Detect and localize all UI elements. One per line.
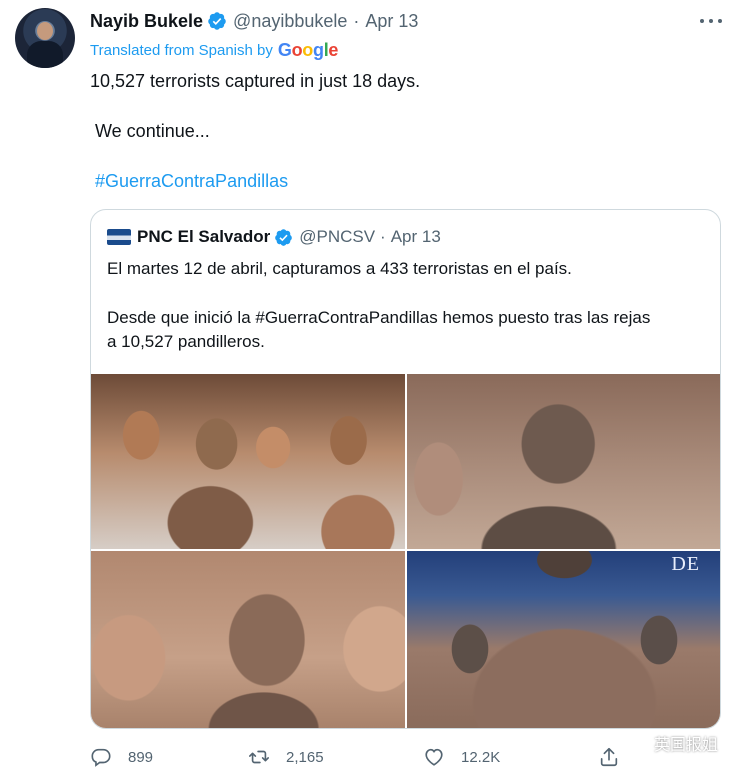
tweet-header: Nayib Bukele @nayibbukele · Apr 13 xyxy=(90,10,418,32)
wechat-icon xyxy=(626,734,648,751)
photo-3[interactable] xyxy=(91,551,405,728)
translated-label[interactable]: Translated from Spanish by xyxy=(90,42,273,59)
more-options-icon[interactable] xyxy=(700,12,722,30)
separator-dot: · xyxy=(380,227,386,246)
photo-4[interactable]: DE xyxy=(407,551,720,728)
translation-attribution: Translated from Spanish by Google xyxy=(90,40,338,60)
author-name[interactable]: Nayib Bukele xyxy=(90,11,203,32)
like-icon xyxy=(425,748,443,766)
reply-button[interactable]: 899 xyxy=(90,742,153,772)
quoted-text-para2-line2: a 10,527 pandilleros. xyxy=(107,332,265,351)
quoted-text-para2-line1: Desde que inició la #GuerraContraPandill… xyxy=(107,308,651,327)
separator-dot: · xyxy=(353,10,360,31)
quoted-tweet-date[interactable]: Apr 13 xyxy=(391,227,441,247)
tweet-date[interactable]: Apr 13 xyxy=(365,11,418,32)
reply-icon xyxy=(91,748,111,767)
google-logo: Google xyxy=(277,39,339,60)
verified-badge-icon xyxy=(208,12,226,30)
photo-4-sign-text: DE xyxy=(671,553,700,575)
share-icon xyxy=(600,747,618,767)
like-count: 12.2K xyxy=(461,748,501,766)
photo-1[interactable] xyxy=(91,374,405,549)
quoted-author-name[interactable]: PNC El Salvador xyxy=(137,227,270,247)
tweet-text-line2: We continue... xyxy=(90,121,210,141)
tweet-hashtag[interactable]: #GuerraContraPandillas xyxy=(90,170,710,192)
photo-2[interactable] xyxy=(407,374,720,549)
pnc-avatar[interactable] xyxy=(107,229,131,245)
tweet-text-line1: 10,527 terrorists captured in just 18 da… xyxy=(90,71,421,91)
quoted-author-handle[interactable]: @PNCSV xyxy=(299,227,375,247)
quoted-tweet[interactable]: PNC El Salvador @PNCSV · Apr 13 El marte… xyxy=(90,209,721,729)
like-button[interactable]: 12.2K xyxy=(423,742,500,772)
retweet-icon xyxy=(249,750,269,764)
media-grid: DE xyxy=(91,374,720,728)
watermark: 英国报姐 xyxy=(626,732,718,754)
author-avatar[interactable] xyxy=(15,8,75,68)
quoted-text-para1: El martes 12 de abril, capturamos a 433 … xyxy=(107,259,572,278)
verified-badge-icon xyxy=(275,228,293,246)
quoted-tweet-header: PNC El Salvador @PNCSV · Apr 13 xyxy=(107,226,441,248)
retweet-count: 2,165 xyxy=(286,748,324,766)
watermark-text: 英国报姐 xyxy=(654,737,719,754)
retweet-button[interactable]: 2,165 xyxy=(248,742,324,772)
author-handle[interactable]: @nayibbukele xyxy=(233,11,347,32)
reply-count: 899 xyxy=(128,748,154,766)
